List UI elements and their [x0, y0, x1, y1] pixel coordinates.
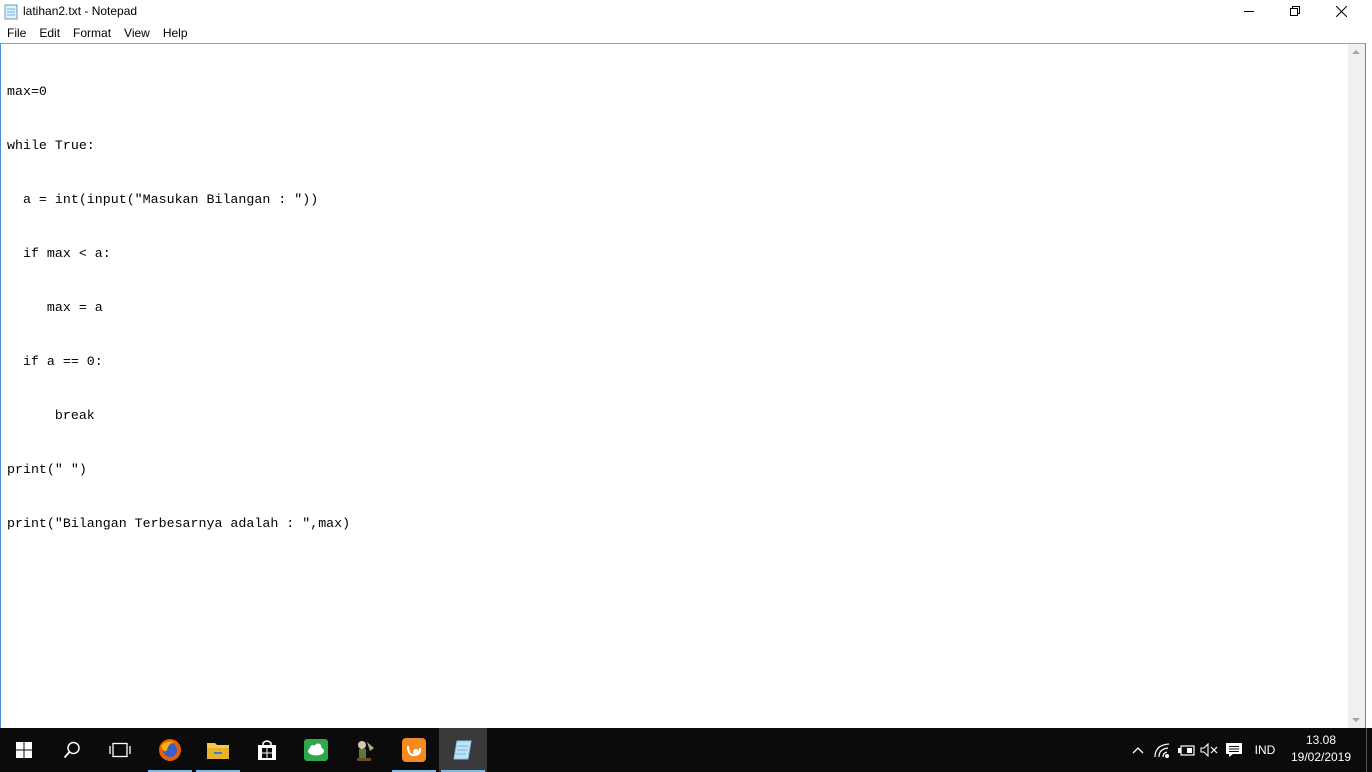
battery-button[interactable]: [1175, 728, 1197, 772]
code-line: print("Bilangan Terbesarnya adalah : ",m…: [7, 516, 351, 531]
minimize-icon: [1244, 11, 1254, 12]
code-line: while True:: [7, 138, 95, 153]
restore-button[interactable]: [1272, 0, 1318, 22]
notepad-icon: [4, 4, 18, 20]
notification-icon: [1226, 743, 1242, 757]
editor-content[interactable]: max=0 while True: a = int(input("Masukan…: [7, 47, 350, 569]
notepad-icon: [453, 740, 472, 760]
taskbar-file-explorer[interactable]: [194, 728, 242, 772]
game-app-icon: [357, 741, 374, 761]
firefox-icon: [159, 739, 181, 761]
network-button[interactable]: [1152, 728, 1174, 772]
chevron-up-icon: [1132, 747, 1144, 754]
taskbar-cloud-app[interactable]: [292, 728, 340, 772]
show-desktop-button[interactable]: [1366, 728, 1367, 772]
task-view-button[interactable]: [96, 728, 144, 772]
close-button[interactable]: [1318, 0, 1364, 22]
code-line: if max < a:: [7, 246, 111, 261]
search-icon: [63, 741, 80, 759]
cloud-app-icon: [304, 739, 328, 761]
start-icon: [16, 742, 32, 758]
tray-overflow-button[interactable]: [1128, 728, 1148, 772]
menu-bar: File Edit Format View Help: [0, 23, 1372, 43]
task-view-icon: [109, 742, 131, 758]
taskbar-uc-browser[interactable]: [390, 728, 438, 772]
minimize-button[interactable]: [1226, 0, 1272, 22]
close-icon: [1335, 5, 1347, 17]
file-explorer-icon: [207, 743, 229, 759]
restore-icon: [1290, 6, 1300, 16]
clock[interactable]: 13.08 19/02/2019: [1284, 732, 1358, 768]
code-line: max = a: [7, 300, 103, 315]
menu-file[interactable]: File: [0, 23, 32, 43]
taskbar-notepad[interactable]: [439, 728, 487, 772]
store-icon: [258, 740, 276, 760]
taskbar-store[interactable]: [243, 728, 291, 772]
menu-format[interactable]: Format: [66, 23, 117, 43]
code-line: if a == 0:: [7, 354, 103, 369]
code-line: break: [7, 408, 95, 423]
code-line: print(" "): [7, 462, 87, 477]
menu-view[interactable]: View: [117, 23, 156, 43]
vertical-scrollbar[interactable]: [1348, 44, 1365, 728]
taskbar-firefox[interactable]: [146, 728, 194, 772]
scroll-down-icon[interactable]: [1352, 718, 1360, 722]
search-button[interactable]: [48, 728, 96, 772]
uc-browser-icon: [402, 738, 426, 762]
code-line: max=0: [7, 84, 47, 99]
window-title: latihan2.txt - Notepad: [23, 4, 138, 18]
taskbar-game-app[interactable]: [341, 728, 389, 772]
taskbar: IND 13.08 19/02/2019: [0, 728, 1372, 772]
action-center-button[interactable]: [1222, 728, 1246, 772]
text-editor[interactable]: max=0 while True: a = int(input("Masukan…: [0, 43, 1366, 729]
wifi-icon: [1154, 743, 1170, 758]
volume-muted-icon: [1200, 743, 1218, 757]
scroll-up-icon[interactable]: [1352, 50, 1360, 54]
clock-date: 19/02/2019: [1290, 750, 1352, 764]
menu-edit[interactable]: Edit: [32, 23, 66, 43]
code-line: a = int(input("Masukan Bilangan : ")): [7, 192, 319, 207]
language-indicator[interactable]: IND: [1250, 728, 1280, 772]
title-bar[interactable]: latihan2.txt - Notepad: [0, 0, 1372, 23]
volume-button[interactable]: [1198, 728, 1220, 772]
clock-time: 13.08: [1305, 733, 1337, 747]
start-button[interactable]: [0, 728, 48, 772]
battery-icon: [1178, 745, 1195, 756]
menu-help[interactable]: Help: [156, 23, 194, 43]
